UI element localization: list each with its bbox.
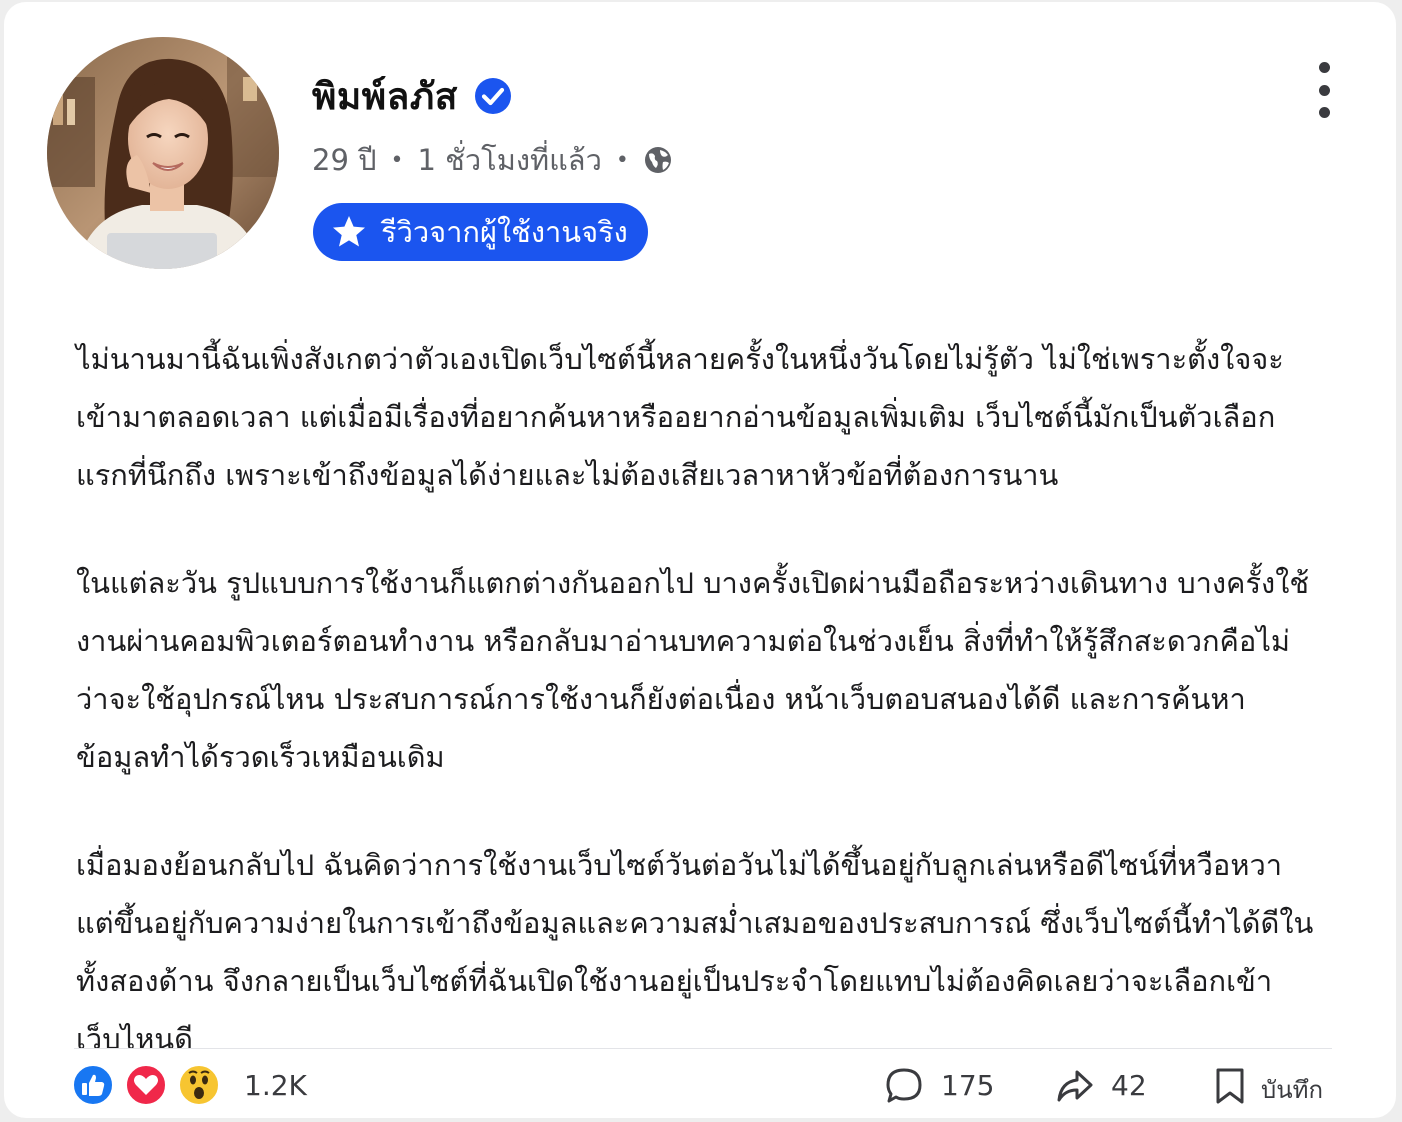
avatar[interactable]	[47, 37, 279, 269]
post-meta: 29 ปี • 1 ชั่วโมงที่แล้ว •	[312, 138, 673, 182]
more-dot	[1318, 62, 1330, 73]
comment-count[interactable]: 175	[941, 1068, 994, 1104]
share-count[interactable]: 42	[1111, 1068, 1147, 1104]
post-card: พิมพ์ลภัส 29 ปี • 1 ชั่วโมงที่แล้ว • รีว…	[4, 2, 1396, 1118]
post-paragraph: เมื่อมองย้อนกลับไป ฉันคิดว่าการใช้งานเว็…	[76, 848, 1314, 1056]
post-body: ไม่นานมานี้ฉันเพิ่งสังเกตว่าตัวเองเปิดเว…	[76, 330, 1316, 1118]
meta-separator: •	[390, 147, 404, 173]
post-paragraph: ไม่นานมานี้ฉันเพิ่งสังเกตว่าตัวเองเปิดเว…	[76, 342, 1284, 492]
post-footer: 1.2K 175 42 บันทึก	[72, 1062, 1334, 1112]
love-icon[interactable]	[125, 1064, 167, 1106]
verified-review-badge: รีวิวจากผู้ใช้งานจริง	[313, 203, 648, 261]
bookmark-icon[interactable]	[1210, 1066, 1250, 1106]
avatar-photo	[47, 37, 279, 269]
badge-label: รีวิวจากผู้ใช้งานจริง	[381, 215, 628, 249]
share-icon[interactable]	[1055, 1066, 1095, 1106]
author-age: 29 ปี	[312, 143, 377, 177]
post-timestamp[interactable]: 1 ชั่วโมงที่แล้ว	[418, 137, 602, 183]
comment-icon[interactable]	[884, 1066, 924, 1106]
footer-divider	[74, 1048, 1332, 1049]
more-dot	[1318, 84, 1330, 96]
meta-separator: •	[615, 147, 629, 173]
verified-badge-icon	[474, 78, 511, 114]
reaction-count[interactable]: 1.2K	[244, 1068, 307, 1104]
save-button[interactable]: บันทึก	[1261, 1070, 1323, 1109]
star-icon	[333, 216, 365, 247]
author-row: พิมพ์ลภัส	[312, 68, 512, 124]
more-dot	[1318, 107, 1330, 118]
like-icon[interactable]	[72, 1064, 114, 1106]
post-paragraph: ในแต่ละวัน รูปแบบการใช้งานก็แตกต่างกันออ…	[76, 566, 1310, 774]
author-name[interactable]: พิมพ์ลภัส	[312, 67, 458, 126]
wow-icon[interactable]	[178, 1064, 220, 1106]
globe-icon[interactable]	[643, 145, 673, 175]
more-options-icon[interactable]	[1306, 62, 1342, 118]
